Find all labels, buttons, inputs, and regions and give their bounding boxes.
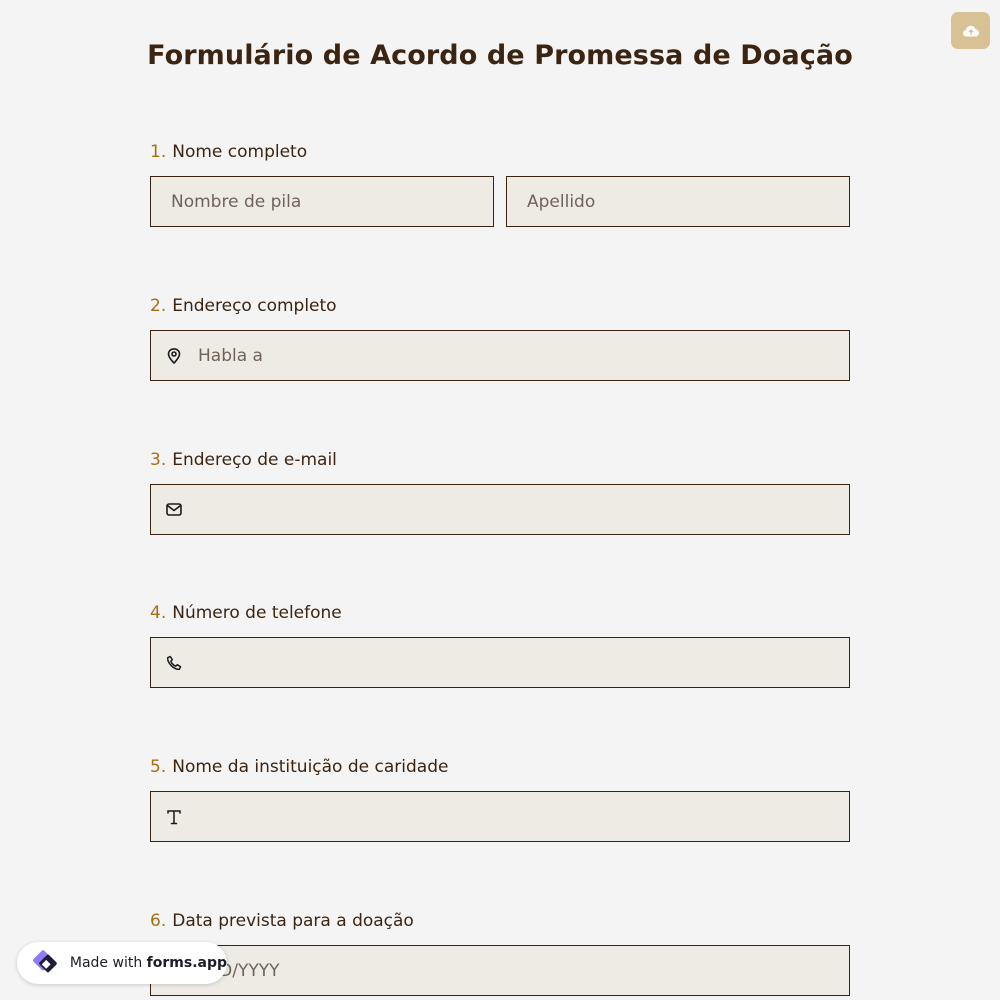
last-name-field (506, 176, 850, 227)
last-name-input[interactable] (507, 177, 849, 226)
forms-app-logo-icon (33, 950, 57, 973)
first-name-field (150, 176, 494, 227)
badge-prefix: Made with (69, 955, 143, 971)
question-number: 1. (150, 142, 167, 162)
question-text: Data prevista para a doação (172, 911, 414, 931)
email-field (150, 484, 850, 535)
map-pin-icon (165, 347, 183, 365)
envelope-icon (165, 501, 183, 519)
first-name-input[interactable] (151, 177, 493, 226)
phone-icon (165, 654, 183, 672)
donation-date-input[interactable] (151, 946, 849, 995)
charity-name-field (150, 791, 850, 842)
question-number: 2. (150, 296, 167, 316)
badge-brand: forms.app (146, 955, 227, 971)
email-input[interactable] (151, 485, 849, 534)
question-label: 3. Endereço de e-mail (150, 449, 850, 471)
question-number: 6. (150, 911, 167, 931)
question-text: Nome completo (172, 142, 308, 162)
form-title: Formulário de Acordo de Promessa de Doaç… (147, 40, 853, 71)
cloud-upload-icon (962, 25, 979, 36)
question-number: 5. (150, 757, 167, 777)
question-label: 5. Nome da instituição de caridade (150, 756, 850, 778)
question-label: 4. Número de telefone (150, 602, 850, 624)
question-phone: 4. Número de telefone (150, 602, 850, 688)
name-fields-row (150, 163, 850, 227)
charity-name-input[interactable] (151, 792, 849, 841)
phone-input[interactable] (151, 638, 849, 687)
question-text: Número de telefone (172, 603, 342, 623)
question-number: 4. (150, 603, 167, 623)
form-page: Formulário de Acordo de Promessa de Doaç… (0, 0, 1000, 1000)
address-field (150, 330, 850, 381)
question-email: 3. Endereço de e-mail (150, 449, 850, 535)
question-text: Endereço de e-mail (172, 450, 337, 470)
question-number: 3. (150, 450, 167, 470)
question-full-name: 1. Nome completo (150, 141, 850, 227)
address-input[interactable] (151, 331, 849, 380)
badge-text: Made with forms.app (70, 955, 227, 971)
made-with-forms-app-badge[interactable]: Made with forms.app (17, 942, 227, 984)
question-charity-name: 5. Nome da instituição de caridade (150, 756, 850, 842)
question-label: 2. Endereço completo (150, 295, 850, 317)
donation-date-field (150, 945, 850, 996)
question-address: 2. Endereço completo (150, 295, 850, 381)
text-t-icon (165, 808, 183, 826)
question-text: Endereço completo (172, 296, 337, 316)
question-label: 6. Data prevista para a doação (150, 910, 850, 932)
question-donation-date: 6. Data prevista para a doação (150, 910, 850, 996)
question-text: Nome da instituição de caridade (172, 757, 449, 777)
question-label: 1. Nome completo (150, 141, 850, 163)
phone-field (150, 637, 850, 688)
